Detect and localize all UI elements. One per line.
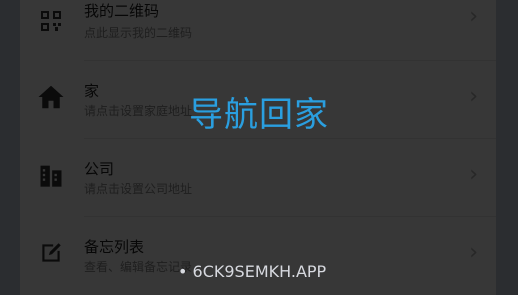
left-margin	[0, 0, 20, 295]
memo-subtitle: 查看、编辑备忘记录	[84, 260, 193, 274]
list-item-office[interactable]: 公司 请点击设置公司地址 ›	[20, 138, 496, 216]
chevron-right-icon: ›	[469, 162, 478, 187]
office-building-icon	[34, 158, 68, 192]
chevron-right-icon: ›	[469, 4, 478, 29]
navigate-home-overlay-text: 导航回家	[189, 95, 329, 135]
qr-code-icon	[34, 4, 68, 38]
edit-note-icon	[34, 236, 68, 270]
list-item-memo[interactable]: 备忘列表 查看、编辑备忘记录 ›	[20, 216, 496, 294]
memo-title: 备忘列表	[84, 238, 145, 256]
office-subtitle: 请点击设置公司地址	[84, 182, 193, 196]
list-item-qr-code[interactable]: 我的二维码 点此显示我的二维码 ›	[20, 0, 496, 60]
watermark: • 6CK9SEMKH.APP	[178, 262, 327, 281]
qr-code-title: 我的二维码	[84, 2, 160, 20]
chevron-right-icon: ›	[469, 240, 478, 265]
settings-list: 我的二维码 点此显示我的二维码 › 家 请点击设置家庭地址 › 公司 请点击设置…	[20, 0, 496, 295]
office-title: 公司	[84, 160, 115, 178]
right-margin	[496, 0, 518, 295]
qr-code-subtitle: 点此显示我的二维码	[84, 26, 193, 40]
